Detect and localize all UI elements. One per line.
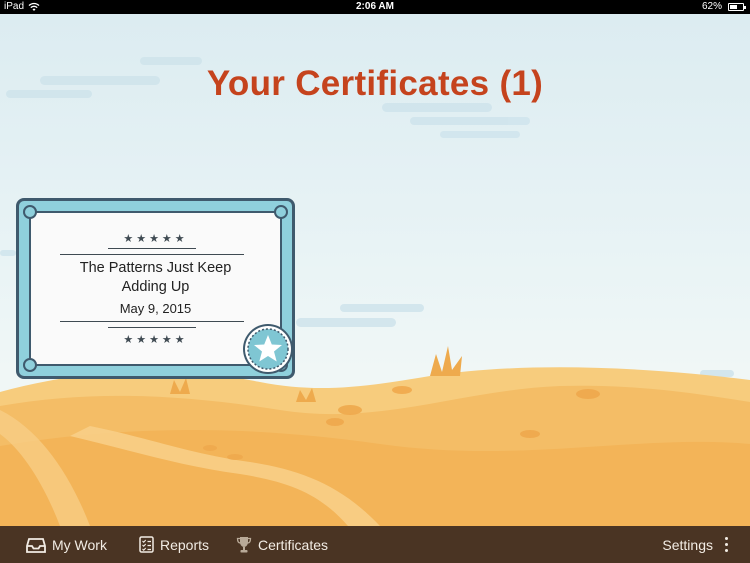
- divider: [108, 248, 196, 249]
- tab-settings[interactable]: Settings: [662, 526, 728, 563]
- certificates-screen: Your Certificates (1) ★★★★★ The Patterns…: [0, 14, 750, 526]
- certificate-card[interactable]: ★★★★★ The Patterns Just Keep Adding Up M…: [16, 198, 295, 379]
- certificate-title-line: Adding Up: [121, 279, 190, 295]
- trophy-icon: [236, 536, 252, 552]
- tab-certificates[interactable]: Certificates: [236, 526, 328, 563]
- stars-top: ★★★★★: [123, 233, 188, 245]
- corner-notch: [274, 205, 288, 219]
- bottom-tab-bar: My Work Reports Certificates Settings: [0, 526, 750, 563]
- corner-notch: [23, 205, 37, 219]
- page-title: Your Certificates (1): [206, 64, 544, 103]
- tab-settings-label: Settings: [662, 536, 713, 553]
- tab-my-work[interactable]: My Work: [26, 526, 107, 563]
- tab-reports-label: Reports: [160, 536, 210, 553]
- divider: [60, 321, 244, 322]
- status-bar: iPad 2:06 AM 62%: [0, 0, 750, 14]
- divider: [108, 327, 196, 328]
- inbox-tray-icon: [26, 537, 46, 553]
- more-vertical-icon: [725, 537, 728, 552]
- battery-icon: [728, 3, 746, 11]
- tab-certificates-label: Certificates: [258, 536, 329, 553]
- certificate-title: The Patterns Just Keep Adding Up: [51, 259, 260, 297]
- tab-reports[interactable]: Reports: [139, 526, 209, 563]
- corner-notch: [23, 358, 37, 372]
- battery-percent: 62%: [701, 1, 722, 12]
- divider: [60, 254, 244, 255]
- status-time: 2:06 AM: [356, 1, 394, 12]
- checklist-icon: [139, 536, 154, 553]
- certificate-date: May 9, 2015: [119, 301, 192, 316]
- star-seal-icon: [243, 324, 293, 374]
- tab-my-work-label: My Work: [52, 536, 107, 553]
- certificate-title-line: The Patterns Just Keep: [79, 260, 232, 276]
